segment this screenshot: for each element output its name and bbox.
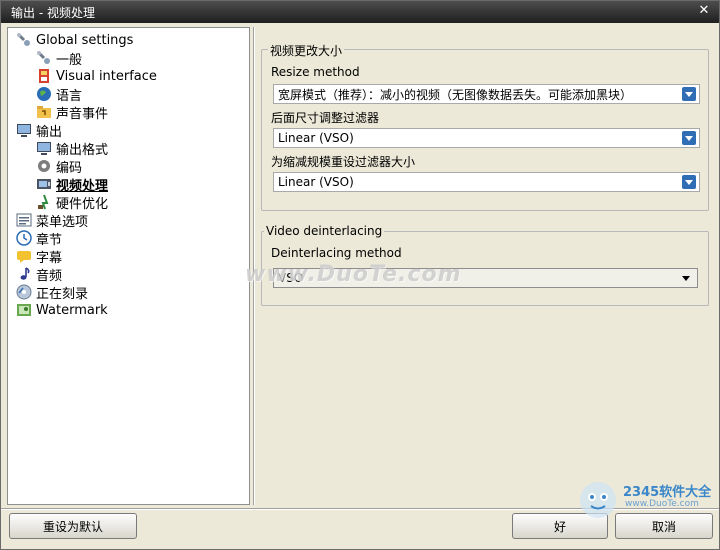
subtitle-icon <box>16 248 32 264</box>
deinterlace-group-legend: Video deinterlacing <box>264 224 385 238</box>
tree-item-label: 输出 <box>36 124 63 140</box>
tree-item[interactable]: 输出格式 <box>36 139 109 158</box>
watermark-icon <box>16 302 32 318</box>
tree-item-label: 声音事件 <box>56 106 109 122</box>
reduce-filter-value: Linear (VSO) <box>278 175 354 189</box>
settings-tree[interactable]: Global settings 一般 Visual interface 语言声音事件输… <box>7 27 250 505</box>
paint-icon <box>36 68 52 84</box>
reduce-filter-label: 为缩减规模重设过滤器大小 <box>271 155 416 169</box>
mascot-icon <box>580 482 616 518</box>
tree-item[interactable]: 正在刻录 <box>16 283 89 302</box>
tree-item[interactable]: 语言 <box>36 85 83 104</box>
tree-item-label: Visual interface <box>56 68 157 84</box>
tools-icon <box>36 50 52 66</box>
hardware-icon <box>36 194 52 210</box>
dropdown-arrow-icon[interactable] <box>682 87 696 101</box>
post-filter-label: 后面尺寸调整过滤器 <box>271 111 380 125</box>
brand-url: www.DuoTe.com <box>625 499 699 509</box>
disc-icon <box>16 284 32 300</box>
resize-method-value: 宽屏模式（推荐）：减小的视频（无图像数据丢失。可能添加黑块） <box>278 87 633 102</box>
tree-item[interactable]: 字幕 <box>16 247 63 266</box>
tree-item[interactable]: 章节 <box>16 229 63 248</box>
video-icon <box>36 176 52 192</box>
settings-window: 输出 - 视频处理 ✕ Global settings 一般 Visual inte… <box>0 0 720 550</box>
resize-method-select[interactable]: 宽屏模式（推荐）：减小的视频（无图像数据丢失。可能添加黑块） <box>273 84 700 104</box>
post-filter-select[interactable]: Linear (VSO) <box>273 128 700 148</box>
deinterlace-method-label: Deinterlacing method <box>271 246 402 260</box>
tree-item-label: Watermark <box>36 302 108 318</box>
tree-item-label: 视频处理 <box>56 178 109 194</box>
tree-item-label: 字幕 <box>36 250 63 266</box>
title-bar: 输出 - 视频处理 ✕ <box>1 1 719 23</box>
tree-item[interactable]: 菜单选项 <box>16 211 89 230</box>
resize-group-legend: 视频更改大小 <box>268 42 345 59</box>
window-title: 输出 - 视频处理 <box>11 5 95 20</box>
brand-text: 2345软件大全 <box>623 485 712 500</box>
reset-default-button[interactable]: 重设为默认 <box>9 513 137 539</box>
tools-icon <box>16 32 32 48</box>
gear-icon <box>36 158 52 174</box>
dropdown-arrow-icon[interactable] <box>679 271 693 285</box>
tree-item-label: 菜单选项 <box>36 214 89 230</box>
clock-icon <box>16 230 32 246</box>
tree-item[interactable]: 一般 <box>36 49 83 68</box>
tree-item[interactable]: 视频处理 <box>36 175 109 194</box>
tree-item-label: 章节 <box>36 232 63 248</box>
reduce-filter-select[interactable]: Linear (VSO) <box>273 172 700 192</box>
close-icon[interactable]: ✕ <box>697 4 711 18</box>
dropdown-arrow-icon[interactable] <box>682 131 696 145</box>
watermark-text: www.DuoTe.com <box>245 262 462 287</box>
tree-item-label: 硬件优化 <box>56 196 109 212</box>
globe-icon <box>36 86 52 102</box>
tree-item[interactable]: 声音事件 <box>36 103 109 122</box>
corner-logo: 2345软件大全 www.DuoTe.com <box>575 475 715 535</box>
tree-item-label: 音频 <box>36 268 63 284</box>
tree-item[interactable]: 音频 <box>16 265 63 284</box>
menu-icon <box>16 212 32 228</box>
tree-item[interactable]: 硬件优化 <box>36 193 109 212</box>
tree-item-label: 编码 <box>56 160 83 176</box>
tree-item-label: 输出格式 <box>56 142 109 158</box>
dropdown-arrow-icon[interactable] <box>682 175 696 189</box>
tree-item[interactable]: 编码 <box>36 157 83 176</box>
tree-item[interactable]: Global settings <box>16 31 133 49</box>
tree-item[interactable]: Visual interface <box>36 67 157 85</box>
music-note-icon <box>16 266 32 282</box>
monitor-icon <box>16 122 32 138</box>
monitor-icon <box>36 140 52 156</box>
tree-item-label: Global settings <box>36 32 134 48</box>
tree-item-label: 正在刻录 <box>36 286 89 302</box>
post-filter-value: Linear (VSO) <box>278 131 354 145</box>
tree-item[interactable]: 输出 <box>16 121 63 140</box>
tree-item-label: 语言 <box>56 88 83 104</box>
tree-item-label: 一般 <box>56 52 83 68</box>
tree-item[interactable]: Watermark <box>16 301 108 319</box>
resize-method-label: Resize method <box>271 65 360 79</box>
sound-folder-icon <box>36 104 52 120</box>
